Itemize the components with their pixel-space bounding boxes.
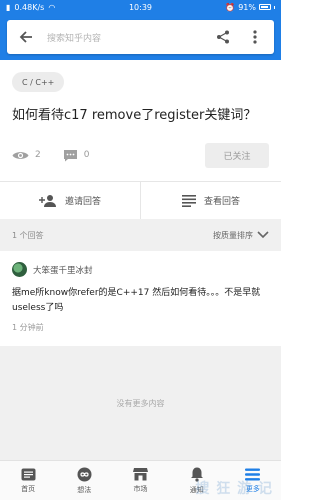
- eye-icon: [12, 151, 29, 159]
- topic-tag[interactable]: C / C++: [12, 72, 65, 92]
- answers-header: 1 个回答 按质量排序: [0, 219, 281, 251]
- status-bar: ▮ 0.48K/s ◠ 10:39 ⏰ 91%: [0, 0, 281, 14]
- nav-market-label: 市场: [133, 485, 148, 493]
- battery-percent: 91%: [238, 2, 256, 12]
- share-icon[interactable]: [214, 28, 232, 46]
- comment-icon: [63, 149, 77, 161]
- question-stats: 2 0: [12, 144, 111, 166]
- sort-dropdown[interactable]: 按质量排序: [213, 230, 269, 241]
- app-header: 搜索知乎内容: [0, 14, 281, 60]
- no-more-content: 没有更多内容: [0, 346, 281, 460]
- comments-count: 0: [83, 150, 90, 160]
- nav-market[interactable]: 市场: [112, 461, 168, 500]
- back-arrow-icon[interactable]: [17, 28, 35, 46]
- answer-item[interactable]: 大笨蛋千里冰封 据me所know你refer的是C++17 然后如何看待。。。不…: [0, 251, 281, 346]
- views-stat: 2: [12, 150, 41, 161]
- invite-answer-button[interactable]: 邀请回答: [0, 182, 140, 219]
- battery-cap: [274, 5, 275, 9]
- status-left: ▮ 0.48K/s ◠: [6, 3, 55, 12]
- chevron-down-icon: [257, 231, 269, 239]
- nav-idea[interactable]: 想法: [56, 461, 112, 500]
- home-icon: [21, 468, 36, 480]
- views-count: 2: [35, 150, 41, 160]
- follow-button[interactable]: 已关注: [205, 143, 269, 168]
- alarm-icon: ⏰: [225, 2, 236, 12]
- list-icon: [181, 194, 196, 207]
- nav-home-label: 首页: [21, 484, 36, 493]
- watermark: 搜 狂 游 记: [195, 481, 273, 497]
- nav-idea-label: 想法: [77, 485, 92, 494]
- status-right: ⏰ 91%: [225, 3, 275, 12]
- answer-author[interactable]: 大笨蛋千里冰封: [12, 262, 93, 277]
- answers-count: 1 个回答: [12, 230, 44, 240]
- invite-answer-label: 邀请回答: [64, 197, 101, 207]
- signal-icon: ▮: [6, 2, 11, 12]
- market-icon: [133, 468, 148, 481]
- more-vertical-icon[interactable]: [246, 28, 264, 46]
- search-bar[interactable]: 搜索知乎内容: [7, 20, 274, 54]
- nav-home[interactable]: 首页: [0, 461, 56, 500]
- avatar[interactable]: [12, 262, 27, 277]
- view-answers-button[interactable]: 查看回答: [140, 182, 281, 219]
- action-row: 邀请回答 查看回答: [0, 181, 281, 219]
- add-person-icon: [38, 195, 56, 207]
- comments-stat[interactable]: 0: [63, 149, 90, 162]
- view-answers-label: 查看回答: [203, 197, 240, 207]
- battery-icon: [259, 4, 271, 10]
- search-input[interactable]: 搜索知乎内容: [47, 31, 214, 44]
- answer-excerpt[interactable]: 据me所know你refer的是C++17 然后如何看待。。。不是早就usele…: [12, 286, 270, 316]
- question-title: 如何看待c17 remove了register关键词？: [12, 108, 257, 123]
- author-name[interactable]: 大笨蛋千里冰封: [33, 264, 93, 276]
- sort-label: 按质量排序: [213, 230, 253, 240]
- wifi-icon: ◠: [48, 2, 56, 12]
- idea-icon: [77, 467, 92, 481]
- answer-time: 1 分钟前: [12, 323, 44, 332]
- network-speed: 0.48K/s: [14, 2, 45, 12]
